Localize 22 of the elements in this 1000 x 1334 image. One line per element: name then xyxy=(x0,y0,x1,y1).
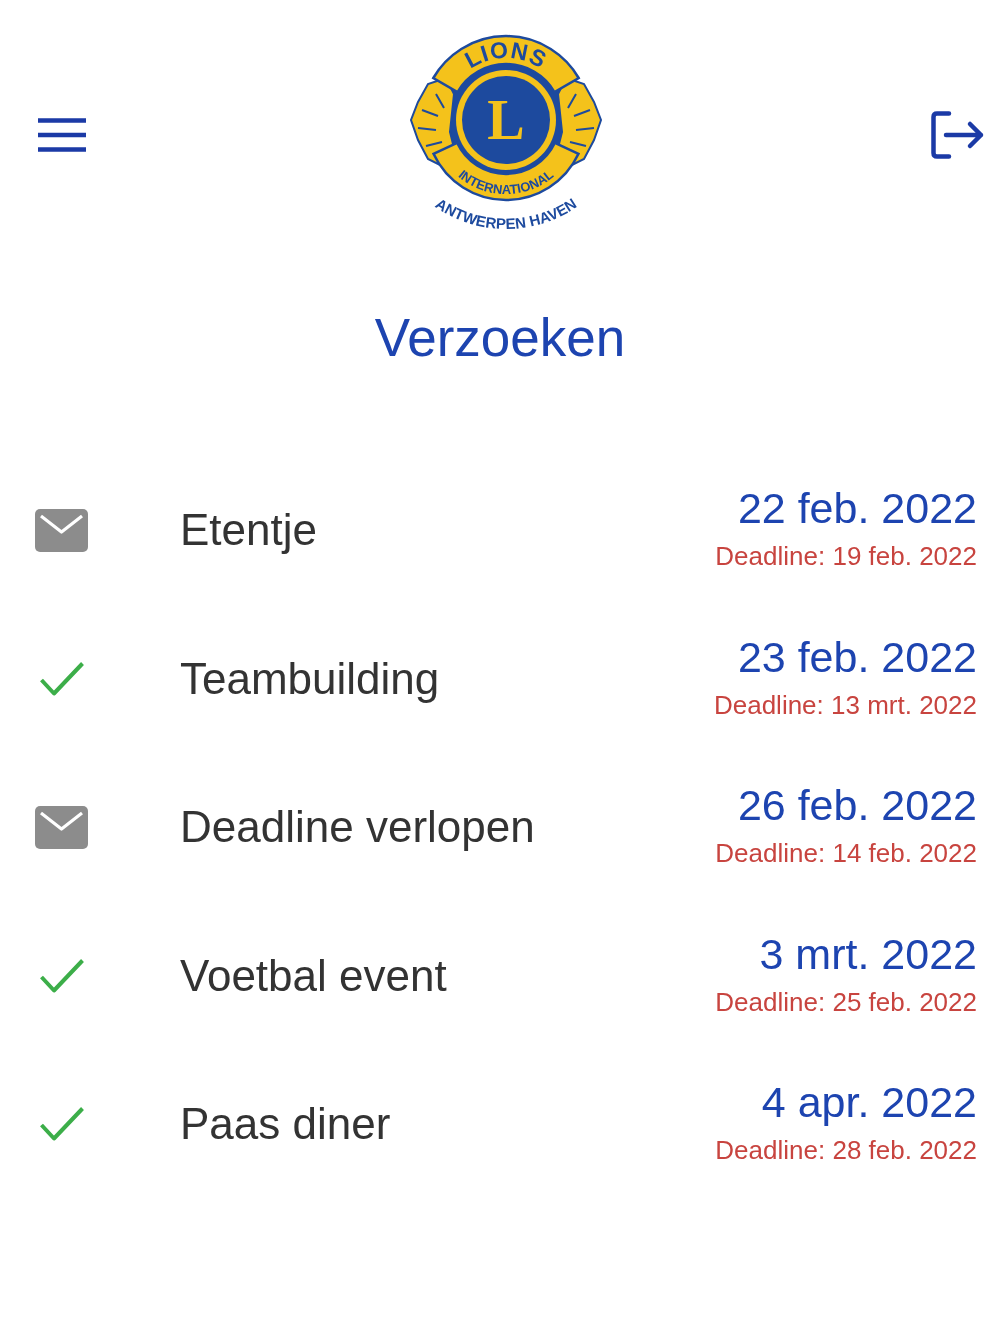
request-name: Voetbal event xyxy=(180,949,447,1002)
logo-letter: L xyxy=(486,89,525,151)
deadline-date: Deadline: 19 feb. 2022 xyxy=(715,540,977,574)
menu-icon xyxy=(38,117,86,152)
request-name: Deadline verlopen xyxy=(180,801,535,854)
event-date: 4 apr. 2022 xyxy=(761,1077,977,1129)
page-title: Verzoeken xyxy=(374,307,626,369)
logout-button[interactable] xyxy=(931,110,985,159)
deadline-date: Deadline: 13 mrt. 2022 xyxy=(713,688,977,722)
event-date: 22 feb. 2022 xyxy=(737,483,977,535)
deadline-date: Deadline: 28 feb. 2022 xyxy=(715,1134,977,1168)
deadline-date: Deadline: 25 feb. 2022 xyxy=(715,985,977,1019)
logout-icon xyxy=(931,110,985,159)
request-name: Etentje xyxy=(180,504,317,557)
event-date: 3 mrt. 2022 xyxy=(759,928,977,980)
logo-lions-text: LIONS xyxy=(460,36,551,74)
event-date: 23 feb. 2022 xyxy=(737,631,977,683)
request-name: Teambuilding xyxy=(180,652,440,705)
request-name: Paas diner xyxy=(180,1098,391,1151)
menu-button[interactable] xyxy=(38,117,86,152)
event-date: 26 feb. 2022 xyxy=(737,780,977,832)
deadline-date: Deadline: 14 feb. 2022 xyxy=(715,837,977,871)
